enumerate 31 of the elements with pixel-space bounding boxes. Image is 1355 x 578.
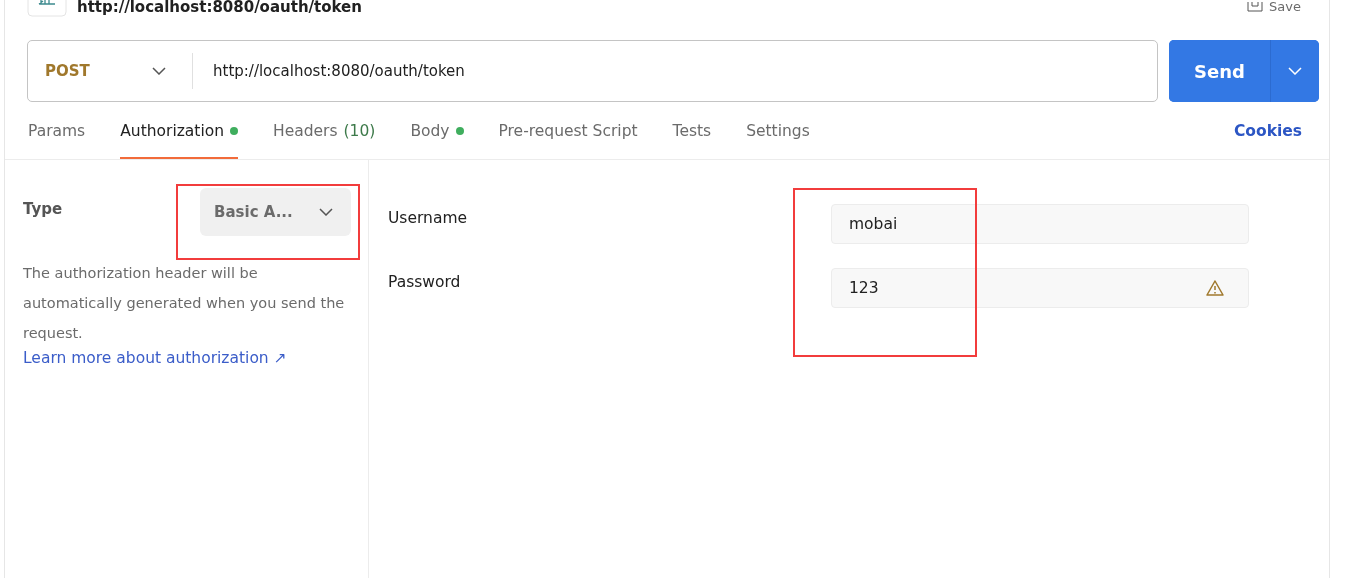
tab[interactable]: Pre-request Script [498, 102, 638, 159]
tab[interactable]: Params [28, 102, 86, 159]
input-field[interactable]: 123 [831, 268, 1249, 308]
auth-description: The authorization header will be automatically generated when you send the request. [23, 264, 346, 343]
field-value: mobai [849, 215, 898, 233]
request-title: http://localhost:8080/oauth/token [77, 0, 363, 14]
save-button[interactable]: Save [1247, 0, 1301, 14]
send-button[interactable]: Send [1169, 40, 1271, 102]
caret-icon [319, 208, 333, 216]
tab[interactable]: Tests [672, 102, 712, 159]
tab[interactable]: Settings [746, 102, 810, 159]
warning-icon [1206, 280, 1224, 296]
auth-type-dropdown[interactable]: Basic A... [200, 188, 351, 236]
caret-icon [152, 67, 166, 75]
tab-count: (10) [343, 121, 376, 140]
field-value: 123 [849, 279, 879, 297]
save-icon [1247, 2, 1264, 12]
url-text: http://localhost:8080/oauth/token [213, 62, 466, 80]
caret-icon [1288, 67, 1302, 75]
tab[interactable]: Headers (10) [273, 102, 376, 159]
url-bar[interactable]: POST http://localhost:8080/oauth/token [27, 40, 1158, 102]
learn-more-link[interactable]: Learn more about authorization ↗ [23, 349, 287, 367]
field-label: Password [388, 272, 462, 291]
input-field[interactable]: mobai [831, 204, 1249, 244]
type-label: Type [23, 199, 63, 218]
tab[interactable]: Body [410, 102, 464, 159]
tab[interactable]: Authorization [120, 102, 239, 159]
method-dropdown[interactable]: POST [28, 53, 193, 89]
cookies-link[interactable]: Cookies [1233, 121, 1302, 140]
request-icon [27, 0, 67, 18]
field-label: Username [388, 208, 468, 227]
